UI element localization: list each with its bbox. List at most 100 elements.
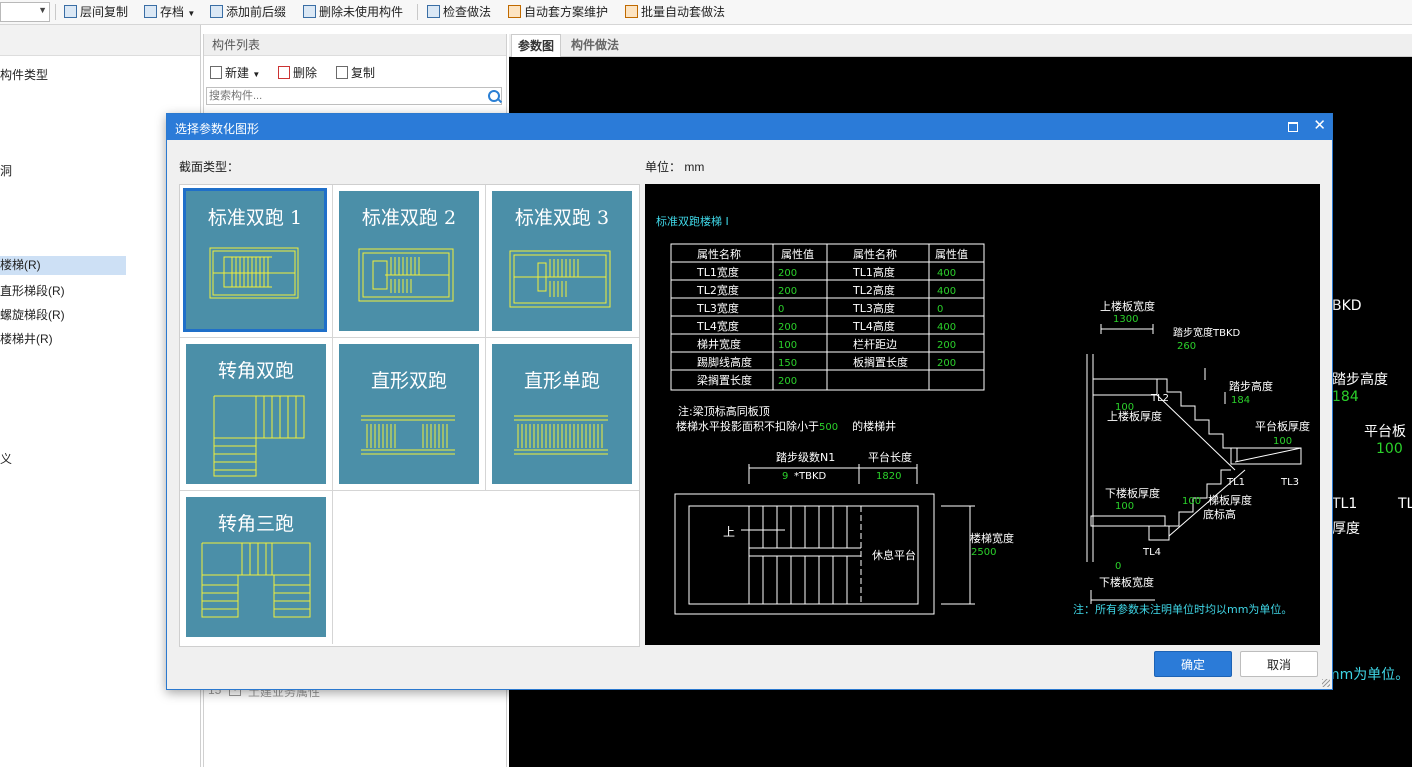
tree-item-straight-flight[interactable]: 直形梯段(R): [0, 282, 65, 299]
tree-item-hole[interactable]: 洞: [0, 162, 12, 179]
note-prefix: 楼梯水平投影面积不扣除小于: [676, 419, 819, 433]
thumbnail: 直形单跑: [492, 344, 632, 484]
delete-component-button[interactable]: 删除: [278, 64, 317, 82]
thumbnail: 标准双跑 1: [183, 188, 327, 332]
copy-label: 复制: [351, 66, 376, 80]
upper-slab-width-label: 上楼板宽度: [1100, 299, 1155, 313]
check-method-label: 检查做法: [443, 5, 492, 19]
unit-label: 单位： mm: [645, 158, 704, 175]
platform-thickness-label: 平台板厚度: [1255, 419, 1310, 433]
note-suffix: 的楼梯井: [852, 419, 896, 433]
close-icon[interactable]: ✕: [1313, 117, 1326, 135]
chevron-down-icon: ▼: [38, 5, 47, 15]
table-header: 属性值: [781, 247, 814, 261]
tree-item-custom[interactable]: 义: [0, 450, 12, 467]
table-cell: 200: [778, 268, 797, 279]
tree-item-spiral-flight[interactable]: 螺旋梯段(R): [0, 306, 65, 323]
new-doc-icon: [210, 66, 222, 79]
component-search-input[interactable]: [206, 87, 502, 105]
shape-standard-double-1[interactable]: 标准双跑 1: [180, 185, 333, 338]
bg-label: 踏步高度: [1332, 372, 1388, 388]
delete-label: 删除: [293, 66, 318, 80]
new-label: 新建: [225, 66, 250, 80]
shape-straight-double[interactable]: 直形双跑: [333, 338, 486, 491]
batch-auto-icon: [625, 5, 638, 18]
tab-component-method[interactable]: 构件做法: [565, 34, 625, 56]
table-cell: 梯井宽度: [697, 337, 741, 351]
table-cell: TL4宽度: [696, 319, 739, 333]
dialog-title-bar[interactable]: 选择参数化图形 ✕: [167, 114, 1332, 140]
shape-straight-single[interactable]: 直形单跑: [486, 338, 639, 491]
floor-copy-button[interactable]: 层间复制: [64, 3, 128, 21]
bg-label: mm为单位。: [1326, 667, 1410, 683]
table-cell: TL2宽度: [696, 283, 739, 297]
lower-thickness-label: 下楼板厚度: [1105, 486, 1160, 500]
footer-note: 注：所有参数未注明单位时均以mm为单位。: [1073, 602, 1292, 616]
thumbnail: 转角三跑: [186, 497, 326, 637]
add-prefix-suffix-button[interactable]: 添加前后缀: [210, 3, 286, 21]
thumbnail: 直形双跑: [339, 344, 479, 484]
tree-item-stair-well[interactable]: 楼梯井(R): [0, 330, 53, 347]
tree-item-stairs[interactable]: 楼梯(R): [0, 256, 126, 275]
platform-length-value: 1820: [876, 471, 901, 482]
up-label: 上: [723, 525, 735, 539]
section-type-label: 截面类型：: [179, 160, 240, 174]
table-cell: 400: [937, 286, 956, 297]
shape-standard-double-3[interactable]: 标准双跑 3: [486, 185, 639, 338]
thumbnail: 标准双跑 3: [492, 191, 632, 331]
new-component-button[interactable]: 新建 ▼: [210, 64, 260, 82]
resize-grip-icon[interactable]: [1322, 679, 1330, 687]
platform-length-label: 平台长度: [868, 450, 912, 464]
add-prefix-suffix-label: 添加前后缀: [226, 5, 287, 19]
upper-slab-width-value: 1300: [1113, 314, 1138, 325]
tree-header-label: 构件类型: [0, 68, 49, 82]
slab-thickness-label: 梯板厚度: [1208, 493, 1252, 507]
table-cell: 100: [778, 340, 797, 351]
table-cell: TL3高度: [852, 301, 895, 315]
auto-scheme-button[interactable]: 自动套方案维护: [508, 3, 608, 21]
floor-combo[interactable]: ▼: [0, 2, 50, 22]
table-cell: 0: [778, 304, 784, 315]
note-value: 500: [819, 422, 838, 433]
preview-title: 标准双跑楼梯 I: [656, 214, 729, 228]
shape-standard-double-2[interactable]: 标准双跑 2: [333, 185, 486, 338]
steps-label: 踏步级数N1: [776, 450, 835, 464]
chevron-down-icon: ▼: [187, 9, 196, 18]
lower-slab-width-value: 0: [1115, 561, 1121, 572]
check-method-button[interactable]: 检查做法: [427, 3, 491, 21]
batch-auto-button[interactable]: 批量自动套做法: [625, 3, 725, 21]
archive-button[interactable]: 存档 ▼: [144, 3, 195, 21]
auto-scheme-label: 自动套方案维护: [524, 5, 609, 19]
component-list-title: 构件列表: [204, 34, 506, 56]
stair-plan-icon: [509, 250, 611, 308]
stair-width-label: 楼梯宽度: [970, 531, 1014, 545]
shape-corner-triple[interactable]: 转角三跑: [180, 491, 333, 644]
table-cell: TL2高度: [852, 283, 895, 297]
stair-width-value: 2500: [971, 547, 996, 558]
table-cell: TL1宽度: [696, 265, 739, 279]
stair-plan-icon: [514, 415, 608, 455]
table-cell: 200: [778, 376, 797, 387]
delete-unused-button[interactable]: 删除未使用构件: [303, 3, 403, 21]
delete-icon: [278, 66, 290, 79]
copy-component-button[interactable]: 复制: [336, 64, 375, 82]
table-cell: 0: [937, 304, 943, 315]
dialog-title: 选择参数化图形: [175, 122, 260, 136]
table-cell: 200: [778, 286, 797, 297]
maximize-icon[interactable]: [1288, 122, 1298, 132]
stair-plan-icon: [358, 248, 454, 302]
auto-scheme-icon: [508, 5, 521, 18]
tab-parameter-diagram[interactable]: 参数图: [511, 34, 562, 57]
floor-copy-label: 层间复制: [80, 5, 129, 19]
cancel-button[interactable]: 取消: [1240, 651, 1318, 677]
thumbnail: 转角双跑: [186, 344, 326, 484]
lower-thickness-value: 100: [1115, 501, 1134, 512]
confirm-button[interactable]: 确定: [1154, 651, 1232, 677]
tl2-label: TL2: [1150, 393, 1169, 404]
tl1-label: TL1: [1226, 477, 1245, 488]
stair-plan-drawing: [674, 464, 975, 615]
shape-preview-canvas: 标准双跑楼梯 I 属性名称 属性值 属性名称 属性值 TL1宽度 200 TL1…: [645, 184, 1320, 645]
search-icon[interactable]: [488, 90, 500, 102]
shape-corner-double[interactable]: 转角双跑: [180, 338, 333, 491]
tread-width-value: 260: [1177, 341, 1196, 352]
